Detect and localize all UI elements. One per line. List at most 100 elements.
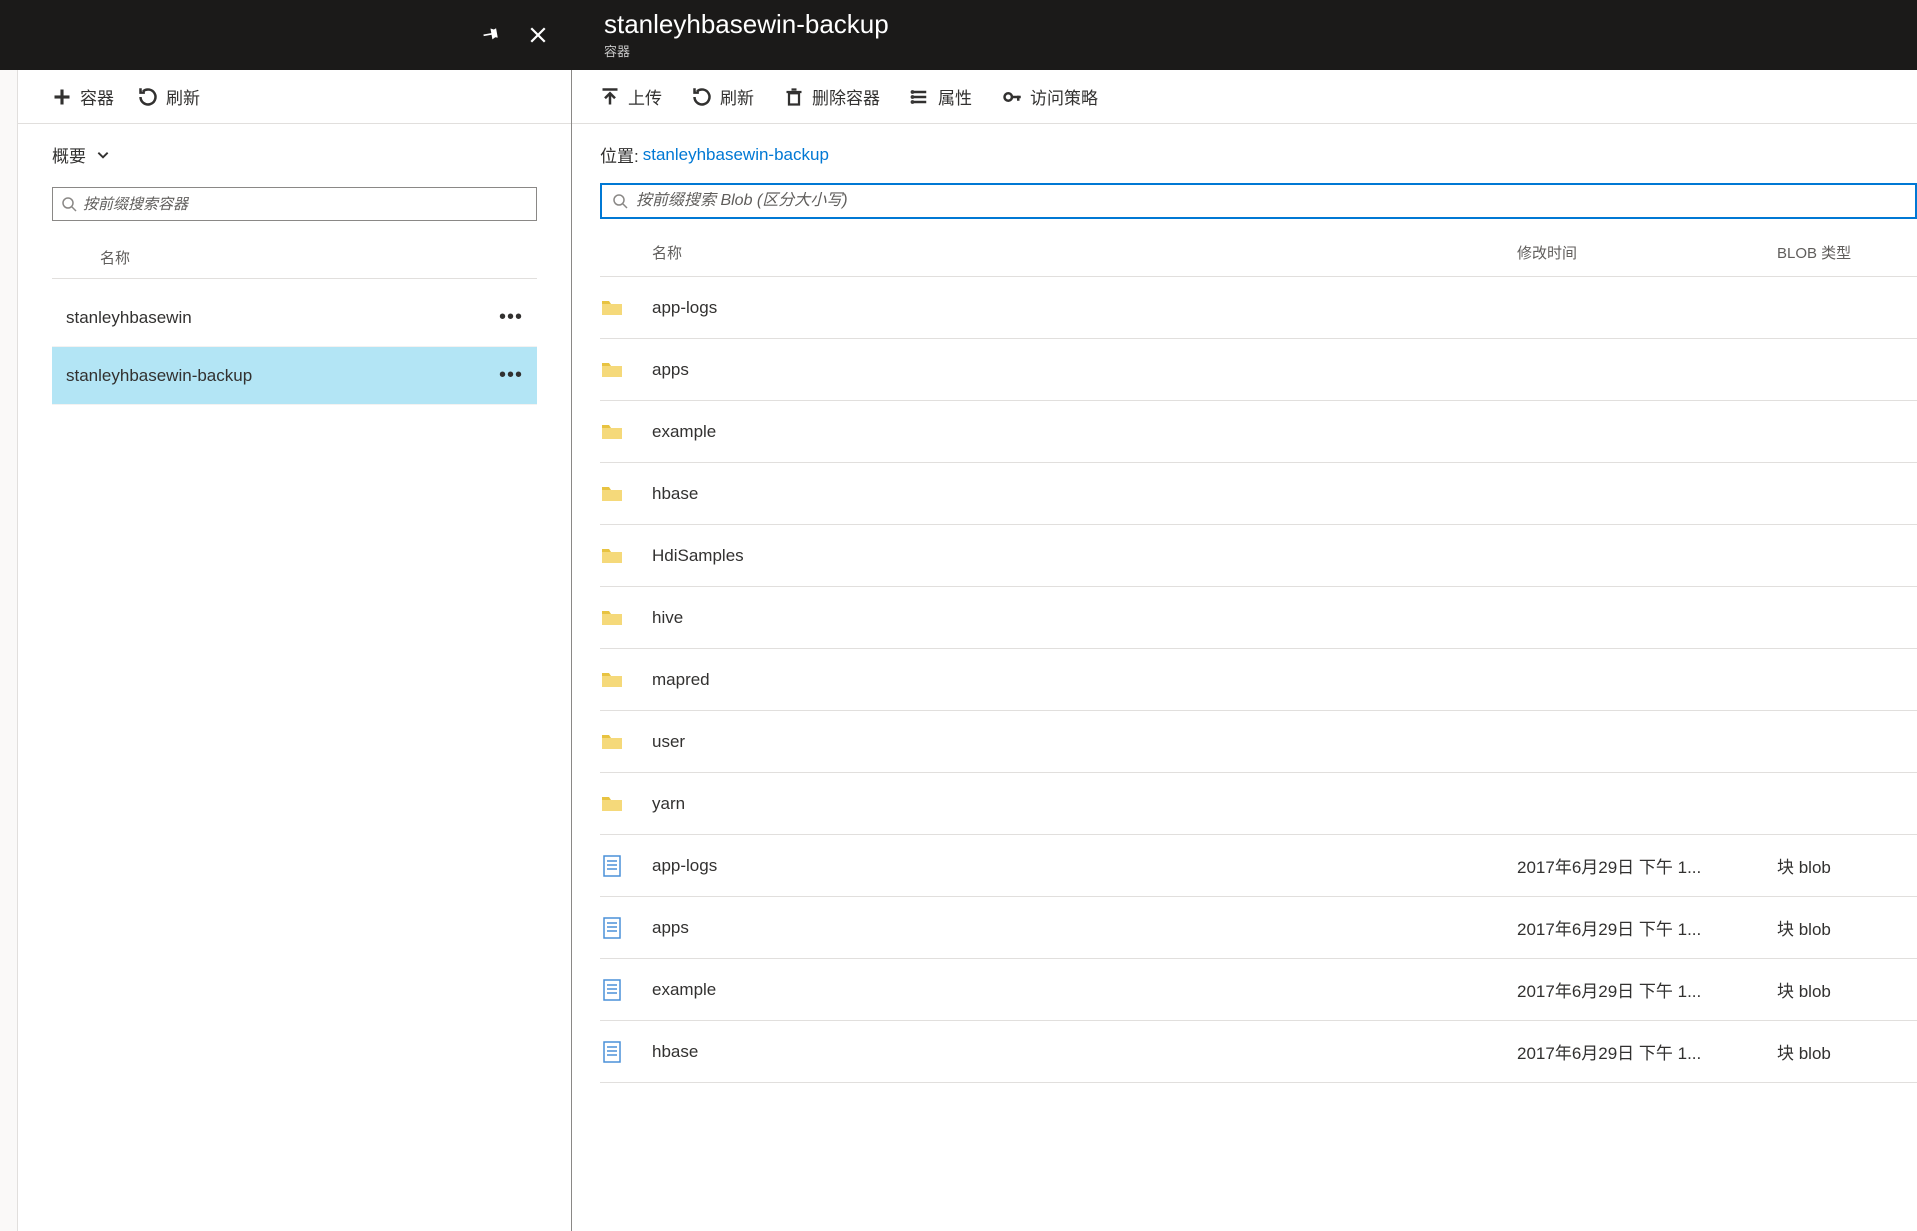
row-name: HdiSamples	[652, 546, 1517, 566]
blob-table: 名称 修改时间 BLOB 类型 app-logs apps example hbase…	[572, 229, 1917, 1231]
row-modified: 2017年6月29日 下午 1...	[1517, 915, 1777, 940]
row-name: apps	[652, 918, 1517, 938]
folder-row[interactable]: hbase	[600, 463, 1917, 525]
close-icon[interactable]	[528, 25, 548, 45]
page-subtitle: 容器	[604, 41, 1917, 60]
row-name: apps	[652, 360, 1517, 380]
refresh-icon	[692, 87, 712, 107]
container-item[interactable]: stanleyhbasewin •••	[52, 289, 537, 347]
refresh-blobs-button[interactable]: 刷新	[692, 84, 754, 109]
chevron-down-icon	[96, 148, 110, 162]
overview-dropdown[interactable]: 概要	[18, 124, 571, 177]
row-name: app-logs	[652, 856, 1517, 876]
search-icon	[612, 193, 628, 209]
row-name: hive	[652, 608, 1517, 628]
folder-icon	[600, 482, 652, 506]
more-icon[interactable]: •••	[499, 306, 523, 329]
folder-icon	[600, 606, 652, 630]
location-link[interactable]: stanleyhbasewin-backup	[643, 145, 829, 165]
add-container-label: 容器	[80, 84, 114, 109]
row-name: example	[652, 422, 1517, 442]
plus-icon	[52, 87, 72, 107]
file-row[interactable]: example2017年6月29日 下午 1...块 blob	[600, 959, 1917, 1021]
blobs-panel: 上传 刷新 删除容器 属性	[572, 70, 1917, 1231]
row-modified: 2017年6月29日 下午 1...	[1517, 977, 1777, 1002]
col-modified[interactable]: 修改时间	[1517, 242, 1777, 263]
properties-icon	[910, 87, 930, 107]
refresh-containers-button[interactable]: 刷新	[138, 84, 200, 109]
header-bar: stanleyhbasewin-backup 容器	[0, 0, 1917, 70]
file-row[interactable]: hbase2017年6月29日 下午 1...块 blob	[600, 1021, 1917, 1083]
folder-row[interactable]: yarn	[600, 773, 1917, 835]
row-name: mapred	[652, 670, 1517, 690]
row-name: yarn	[652, 794, 1517, 814]
folder-icon	[600, 358, 652, 382]
overview-label: 概要	[52, 142, 86, 167]
container-list: stanleyhbasewin•••stanleyhbasewin-backup…	[18, 289, 571, 405]
add-container-button[interactable]: 容器	[52, 84, 114, 109]
folder-icon	[600, 730, 652, 754]
upload-label: 上传	[628, 84, 662, 109]
more-icon[interactable]: •••	[499, 364, 523, 387]
row-type: 块 blob	[1777, 1039, 1917, 1064]
pin-icon[interactable]	[480, 25, 500, 45]
blob-search-box[interactable]	[600, 183, 1917, 219]
main-layout: 容器 刷新 概要 名称 stanleyhbase	[0, 70, 1917, 1231]
folder-icon	[600, 792, 652, 816]
upload-button[interactable]: 上传	[600, 84, 662, 109]
col-name[interactable]: 名称	[652, 242, 1517, 263]
containers-panel: 容器 刷新 概要 名称 stanleyhbase	[18, 70, 572, 1231]
folder-icon	[600, 420, 652, 444]
left-gutter	[0, 70, 18, 1231]
file-row[interactable]: app-logs2017年6月29日 下午 1...块 blob	[600, 835, 1917, 897]
folder-row[interactable]: example	[600, 401, 1917, 463]
refresh-icon	[138, 87, 158, 107]
row-name: user	[652, 732, 1517, 752]
file-icon	[600, 916, 652, 940]
container-item-name: stanleyhbasewin	[66, 308, 192, 328]
row-name: hbase	[652, 484, 1517, 504]
folder-row[interactable]: mapred	[600, 649, 1917, 711]
blob-search-wrap	[572, 177, 1917, 229]
folder-icon	[600, 544, 652, 568]
location-label: 位置:	[600, 142, 639, 167]
container-item[interactable]: stanleyhbasewin-backup •••	[52, 347, 537, 405]
row-name: app-logs	[652, 298, 1517, 318]
properties-button[interactable]: 属性	[910, 84, 972, 109]
folder-row[interactable]: app-logs	[600, 277, 1917, 339]
header-title-area: stanleyhbasewin-backup 容器	[572, 10, 1917, 60]
folder-icon	[600, 296, 652, 320]
row-modified: 2017年6月29日 下午 1...	[1517, 853, 1777, 878]
container-item-name: stanleyhbasewin-backup	[66, 366, 252, 386]
row-name: example	[652, 980, 1517, 1000]
folder-row[interactable]: user	[600, 711, 1917, 773]
row-type: 块 blob	[1777, 853, 1917, 878]
key-icon	[1002, 87, 1022, 107]
col-type[interactable]: BLOB 类型	[1777, 242, 1917, 263]
page-title: stanleyhbasewin-backup	[604, 10, 1917, 39]
row-type: 块 blob	[1777, 915, 1917, 940]
container-search-input[interactable]	[83, 196, 528, 213]
blob-search-input[interactable]	[636, 192, 1905, 210]
search-icon	[61, 196, 77, 212]
access-policy-button[interactable]: 访问策略	[1002, 84, 1098, 109]
delete-container-label: 删除容器	[812, 84, 880, 109]
folder-icon	[600, 668, 652, 692]
container-search-box[interactable]	[52, 187, 537, 221]
refresh-containers-label: 刷新	[166, 84, 200, 109]
header-left-controls	[0, 25, 572, 45]
file-row[interactable]: apps2017年6月29日 下午 1...块 blob	[600, 897, 1917, 959]
folder-row[interactable]: HdiSamples	[600, 525, 1917, 587]
file-icon	[600, 978, 652, 1002]
folder-row[interactable]: hive	[600, 587, 1917, 649]
container-name-header: 名称	[52, 237, 537, 279]
row-name: hbase	[652, 1042, 1517, 1062]
access-policy-label: 访问策略	[1030, 84, 1098, 109]
row-type: 块 blob	[1777, 977, 1917, 1002]
row-modified: 2017年6月29日 下午 1...	[1517, 1039, 1777, 1064]
delete-container-button[interactable]: 删除容器	[784, 84, 880, 109]
properties-label: 属性	[938, 84, 972, 109]
containers-toolbar: 容器 刷新	[18, 70, 571, 124]
upload-icon	[600, 87, 620, 107]
folder-row[interactable]: apps	[600, 339, 1917, 401]
